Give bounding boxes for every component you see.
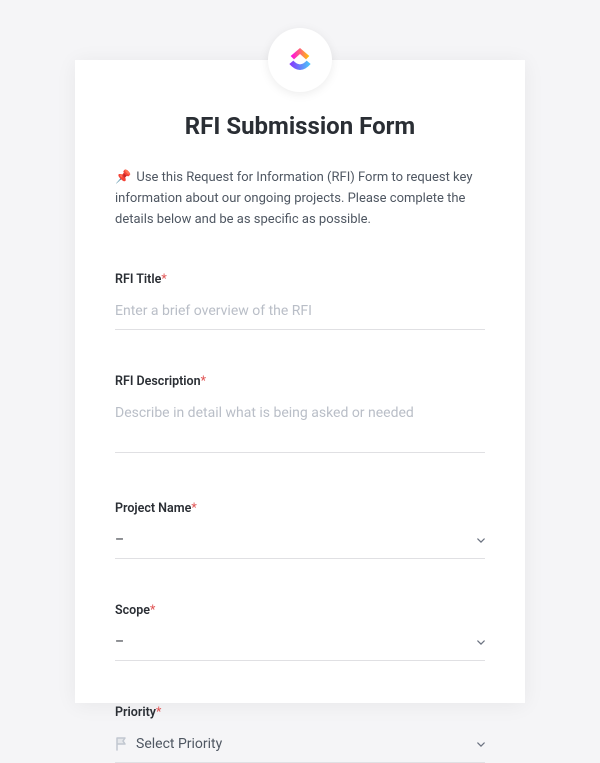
logo-container [268,28,332,92]
field-scope: Scope* – [115,603,485,661]
project-name-value: – [115,532,124,548]
project-name-select[interactable]: – [115,526,485,559]
field-rfi-description: RFI Description* [115,374,485,457]
required-indicator: * [156,705,161,720]
priority-label: Priority* [115,705,485,720]
required-indicator: * [191,501,196,516]
clickup-logo-icon [284,44,316,76]
priority-label-text: Priority [115,705,156,720]
scope-select[interactable]: – [115,628,485,661]
rfi-description-label-text: RFI Description [115,374,201,389]
required-indicator: * [201,374,206,389]
scope-label: Scope* [115,603,485,618]
form-card: RFI Submission Form 📌 Use this Request f… [75,60,525,703]
priority-select-left: Select Priority [115,736,222,752]
required-indicator: * [161,272,166,287]
field-rfi-title: RFI Title* [115,272,485,330]
pin-icon: 📌 [115,170,131,185]
rfi-title-label-text: RFI Title [115,272,161,287]
priority-placeholder: Select Priority [136,736,222,752]
chevron-down-icon [477,640,485,645]
project-name-label-text: Project Name [115,501,191,516]
rfi-description-input[interactable] [115,399,485,453]
scope-label-text: Scope [115,603,150,618]
intro-paragraph: 📌 Use this Request for Information (RFI)… [115,168,485,230]
rfi-title-input[interactable] [115,297,485,330]
field-priority: Priority* Select Priority [115,705,485,763]
project-name-label: Project Name* [115,501,485,516]
scope-value: – [115,634,124,650]
flag-icon [115,737,128,751]
rfi-title-label: RFI Title* [115,272,485,287]
chevron-down-icon [477,538,485,543]
required-indicator: * [150,603,155,618]
chevron-down-icon [477,742,485,747]
priority-select[interactable]: Select Priority [115,730,485,763]
rfi-description-label: RFI Description* [115,374,485,389]
field-project-name: Project Name* – [115,501,485,559]
intro-text-content: Use this Request for Information (RFI) F… [115,170,472,227]
